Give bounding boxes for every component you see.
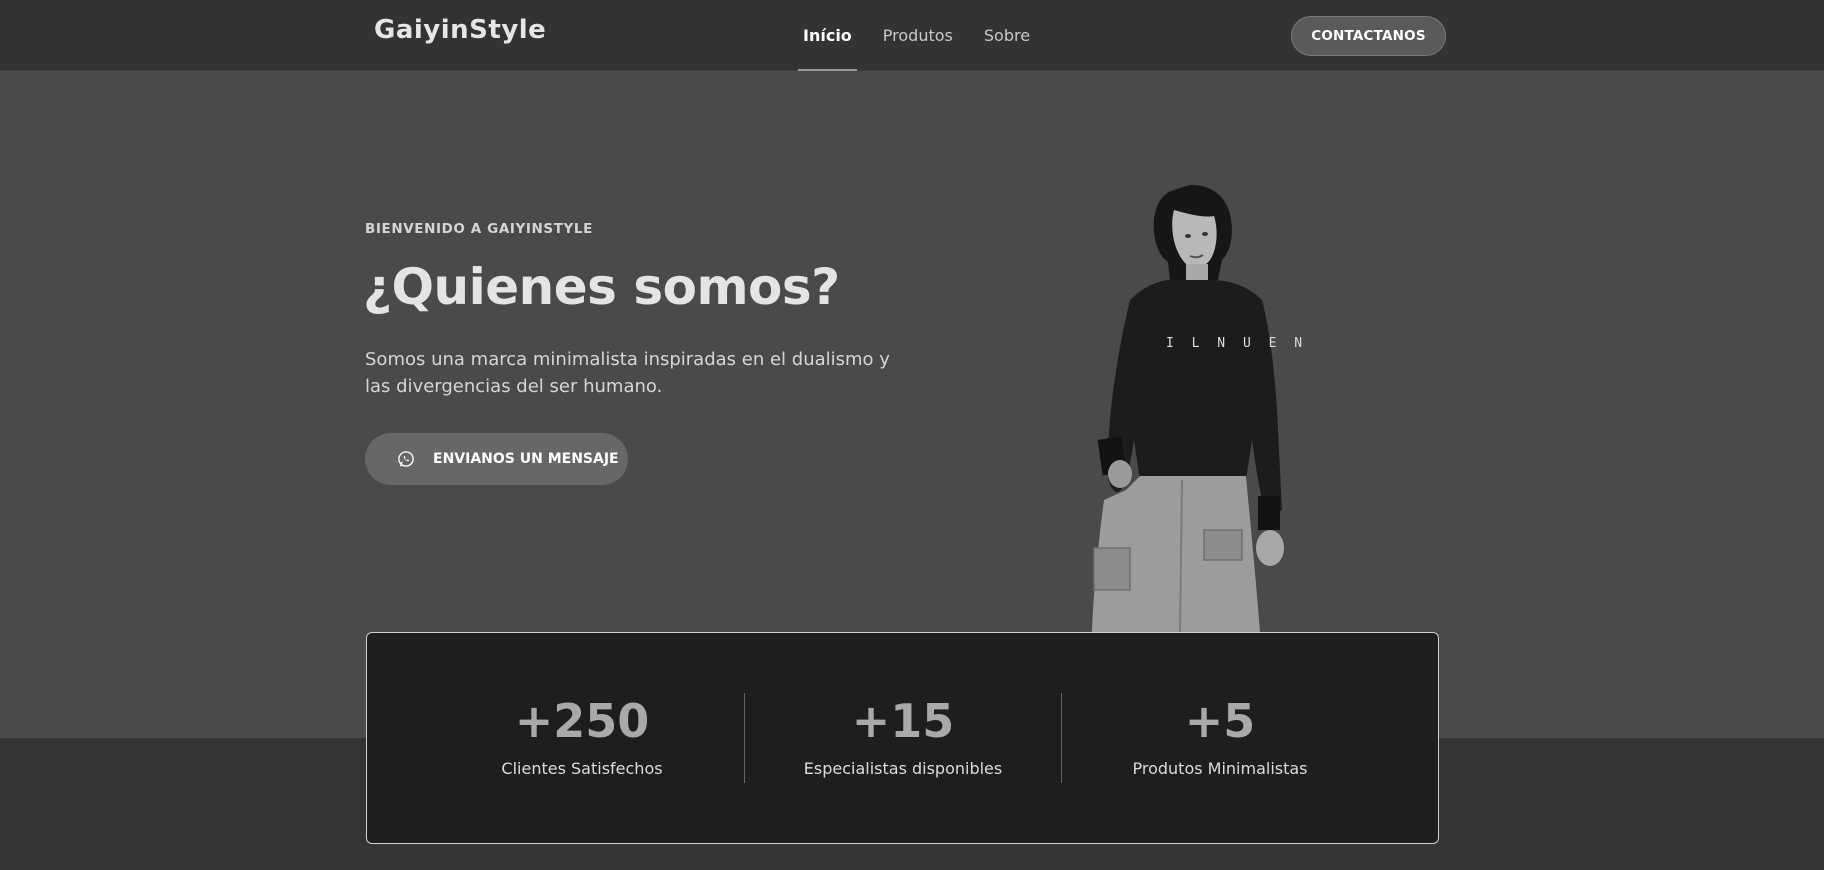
main-nav: Início Produtos Sobre [798,0,1035,71]
stat-value: +15 [851,694,955,748]
send-message-button[interactable]: ENVIANOS UN MENSAJE [365,433,628,485]
nav-item-produtos[interactable]: Produtos [878,0,958,71]
nav-item-sobre[interactable]: Sobre [979,0,1035,71]
stat-clients: +250 Clientes Satisfechos [423,693,741,778]
stat-value: +5 [1184,694,1256,748]
hero-title: ¿Quienes somos? [363,258,840,316]
person-photo: I L N U E N [1092,184,1307,632]
hero-description: Somos una marca minimalista inspiradas e… [365,349,890,397]
contact-button[interactable]: CONTACTANOS [1291,16,1446,56]
svg-text:I L N U E N: I L N U E N [1166,336,1307,351]
stats-card: +250 Clientes Satisfechos +15 Especialis… [366,632,1439,844]
stat-products: +5 Produtos Minimalistas [1061,693,1379,778]
stat-label: Clientes Satisfechos [501,759,663,778]
stat-label: Produtos Minimalistas [1132,759,1308,778]
nav-item-inicio[interactable]: Início [798,0,857,71]
brand-logo[interactable]: GaiyinStyle [374,15,546,45]
stat-specialists: +15 Especialistas disponibles [744,693,1062,778]
site-header: GaiyinStyle Início Produtos Sobre CONTAC… [0,0,1824,71]
stat-value: +250 [514,694,650,748]
send-message-label: ENVIANOS UN MENSAJE [433,451,619,467]
hero-eyebrow: BIENVENIDO A GAIYINSTYLE [365,221,593,237]
stat-label: Especialistas disponibles [803,759,1003,778]
whatsapp-icon [397,450,415,468]
